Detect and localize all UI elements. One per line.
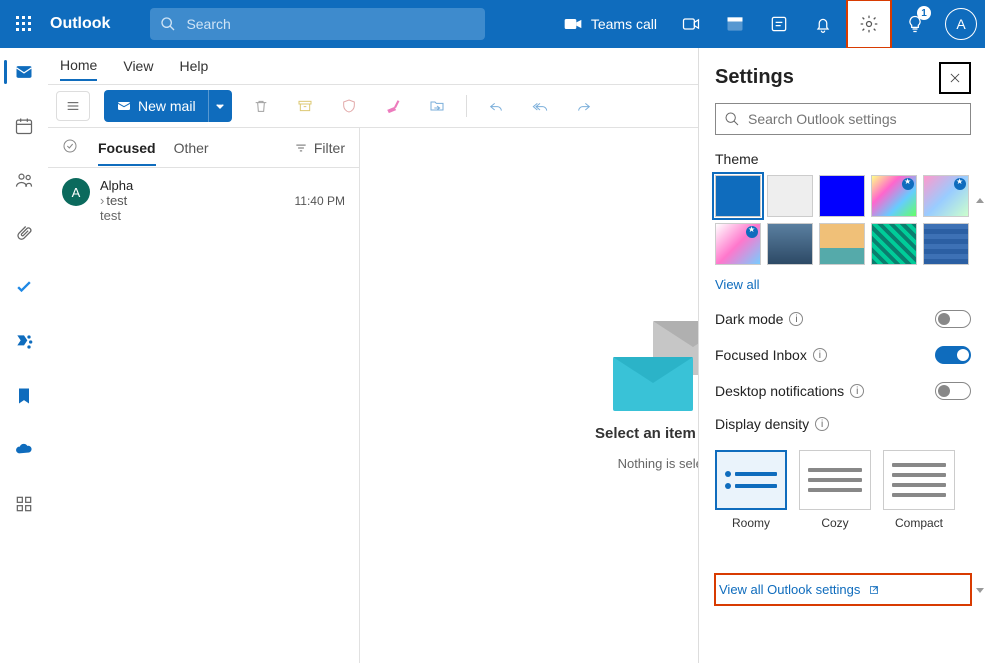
message-preview: test [100, 208, 345, 223]
rail-todo-icon[interactable] [4, 270, 44, 306]
message-subject: ›test [100, 193, 127, 208]
hamburger-icon[interactable] [56, 91, 90, 121]
theme-swatch-unicorn[interactable] [715, 223, 761, 265]
theme-swatch-beach[interactable] [819, 223, 865, 265]
app-launcher-icon[interactable] [8, 8, 40, 40]
reply-icon[interactable] [481, 91, 511, 121]
filter-button[interactable]: Filter [294, 140, 345, 156]
rail-files-icon[interactable] [4, 216, 44, 252]
info-icon[interactable]: i [813, 348, 827, 362]
dark-mode-toggle[interactable] [935, 310, 971, 328]
close-settings-button[interactable] [939, 62, 971, 94]
archive-icon[interactable] [290, 91, 320, 121]
density-cozy[interactable]: Cozy [799, 450, 871, 530]
theme-grid [715, 175, 971, 265]
sweep-icon[interactable] [378, 91, 408, 121]
teams-call-button[interactable]: Teams call [553, 0, 667, 48]
focused-tab[interactable]: Focused [98, 140, 156, 166]
tips-badge: 1 [917, 6, 931, 20]
sender-name: Alpha [100, 178, 345, 193]
other-tab[interactable]: Other [174, 140, 209, 156]
tab-help[interactable]: Help [179, 52, 208, 80]
info-icon[interactable]: i [789, 312, 803, 326]
density-compact[interactable]: Compact [883, 450, 955, 530]
delete-icon[interactable] [246, 91, 276, 121]
focused-inbox-label: Focused Inboxi [715, 347, 827, 363]
settings-gear-icon[interactable] [847, 0, 891, 48]
theme-swatch-rainbow[interactable] [871, 175, 917, 217]
focused-inbox-toggle[interactable] [935, 346, 971, 364]
reply-all-icon[interactable] [525, 91, 555, 121]
report-icon[interactable] [334, 91, 364, 121]
message-time: 11:40 PM [295, 194, 345, 208]
theme-swatch-default[interactable] [715, 175, 761, 217]
new-mail-chevron[interactable] [208, 90, 232, 122]
theme-swatch-mountain[interactable] [767, 223, 813, 265]
rail-onedrive-icon[interactable] [4, 432, 44, 468]
theme-swatch-blue[interactable] [819, 175, 865, 217]
rail-calendar-icon[interactable] [4, 108, 44, 144]
view-all-outlook-settings-link[interactable]: View all Outlook settings [715, 574, 971, 605]
tips-icon[interactable]: 1 [895, 0, 935, 48]
message-item[interactable]: A Alpha ›test 11:40 PM test [48, 168, 359, 233]
info-icon[interactable]: i [850, 384, 864, 398]
density-roomy[interactable]: Roomy [715, 450, 787, 530]
desktop-notifications-label: Desktop notificationsi [715, 383, 864, 399]
global-search-input[interactable] [186, 16, 475, 32]
info-icon[interactable]: i [815, 417, 829, 431]
desktop-notifications-toggle[interactable] [935, 382, 971, 400]
settings-title: Settings [715, 66, 971, 89]
forward-icon[interactable] [569, 91, 599, 121]
theme-swatch-circuit[interactable] [871, 223, 917, 265]
rail-bookings-icon[interactable] [4, 378, 44, 414]
tab-home[interactable]: Home [60, 51, 97, 81]
theme-swatch-ribbon[interactable] [923, 175, 969, 217]
my-day-icon[interactable] [715, 0, 755, 48]
rail-yammer-icon[interactable] [4, 324, 44, 360]
rail-more-apps-icon[interactable] [4, 486, 44, 522]
rail-mail-icon[interactable] [4, 54, 44, 90]
brand-label: Outlook [50, 15, 110, 33]
bell-icon[interactable] [803, 0, 843, 48]
theme-swatch-blueprint[interactable] [923, 223, 969, 265]
new-mail-button[interactable]: New mail [104, 90, 232, 122]
move-to-icon[interactable] [422, 91, 452, 121]
tab-view[interactable]: View [123, 52, 153, 80]
meet-now-icon[interactable] [671, 0, 711, 48]
view-all-themes-link[interactable]: View all [715, 277, 971, 292]
settings-panel: Settings Theme View all Dark modei Focus… [698, 48, 985, 663]
rail-people-icon[interactable] [4, 162, 44, 198]
account-avatar[interactable]: A [945, 8, 977, 40]
new-mail-label: New mail [138, 98, 196, 114]
top-bar: Outlook Teams call 1 A [0, 0, 985, 48]
settings-scrollbar[interactable] [977, 198, 983, 593]
dark-mode-label: Dark modei [715, 311, 803, 327]
message-list: Focused Other Filter A Alpha ›test 11:40… [48, 128, 360, 663]
select-all-checkbox[interactable] [62, 138, 80, 157]
note-icon[interactable] [759, 0, 799, 48]
global-search[interactable] [150, 8, 485, 40]
theme-swatch-light[interactable] [767, 175, 813, 217]
sender-avatar: A [62, 178, 90, 206]
settings-search[interactable] [715, 103, 971, 135]
teams-call-label: Teams call [591, 16, 657, 32]
filter-label: Filter [314, 140, 345, 156]
display-density-label: Display densityi [715, 416, 971, 432]
theme-label: Theme [715, 151, 971, 167]
settings-search-input[interactable] [748, 111, 962, 127]
left-rail [0, 48, 48, 663]
